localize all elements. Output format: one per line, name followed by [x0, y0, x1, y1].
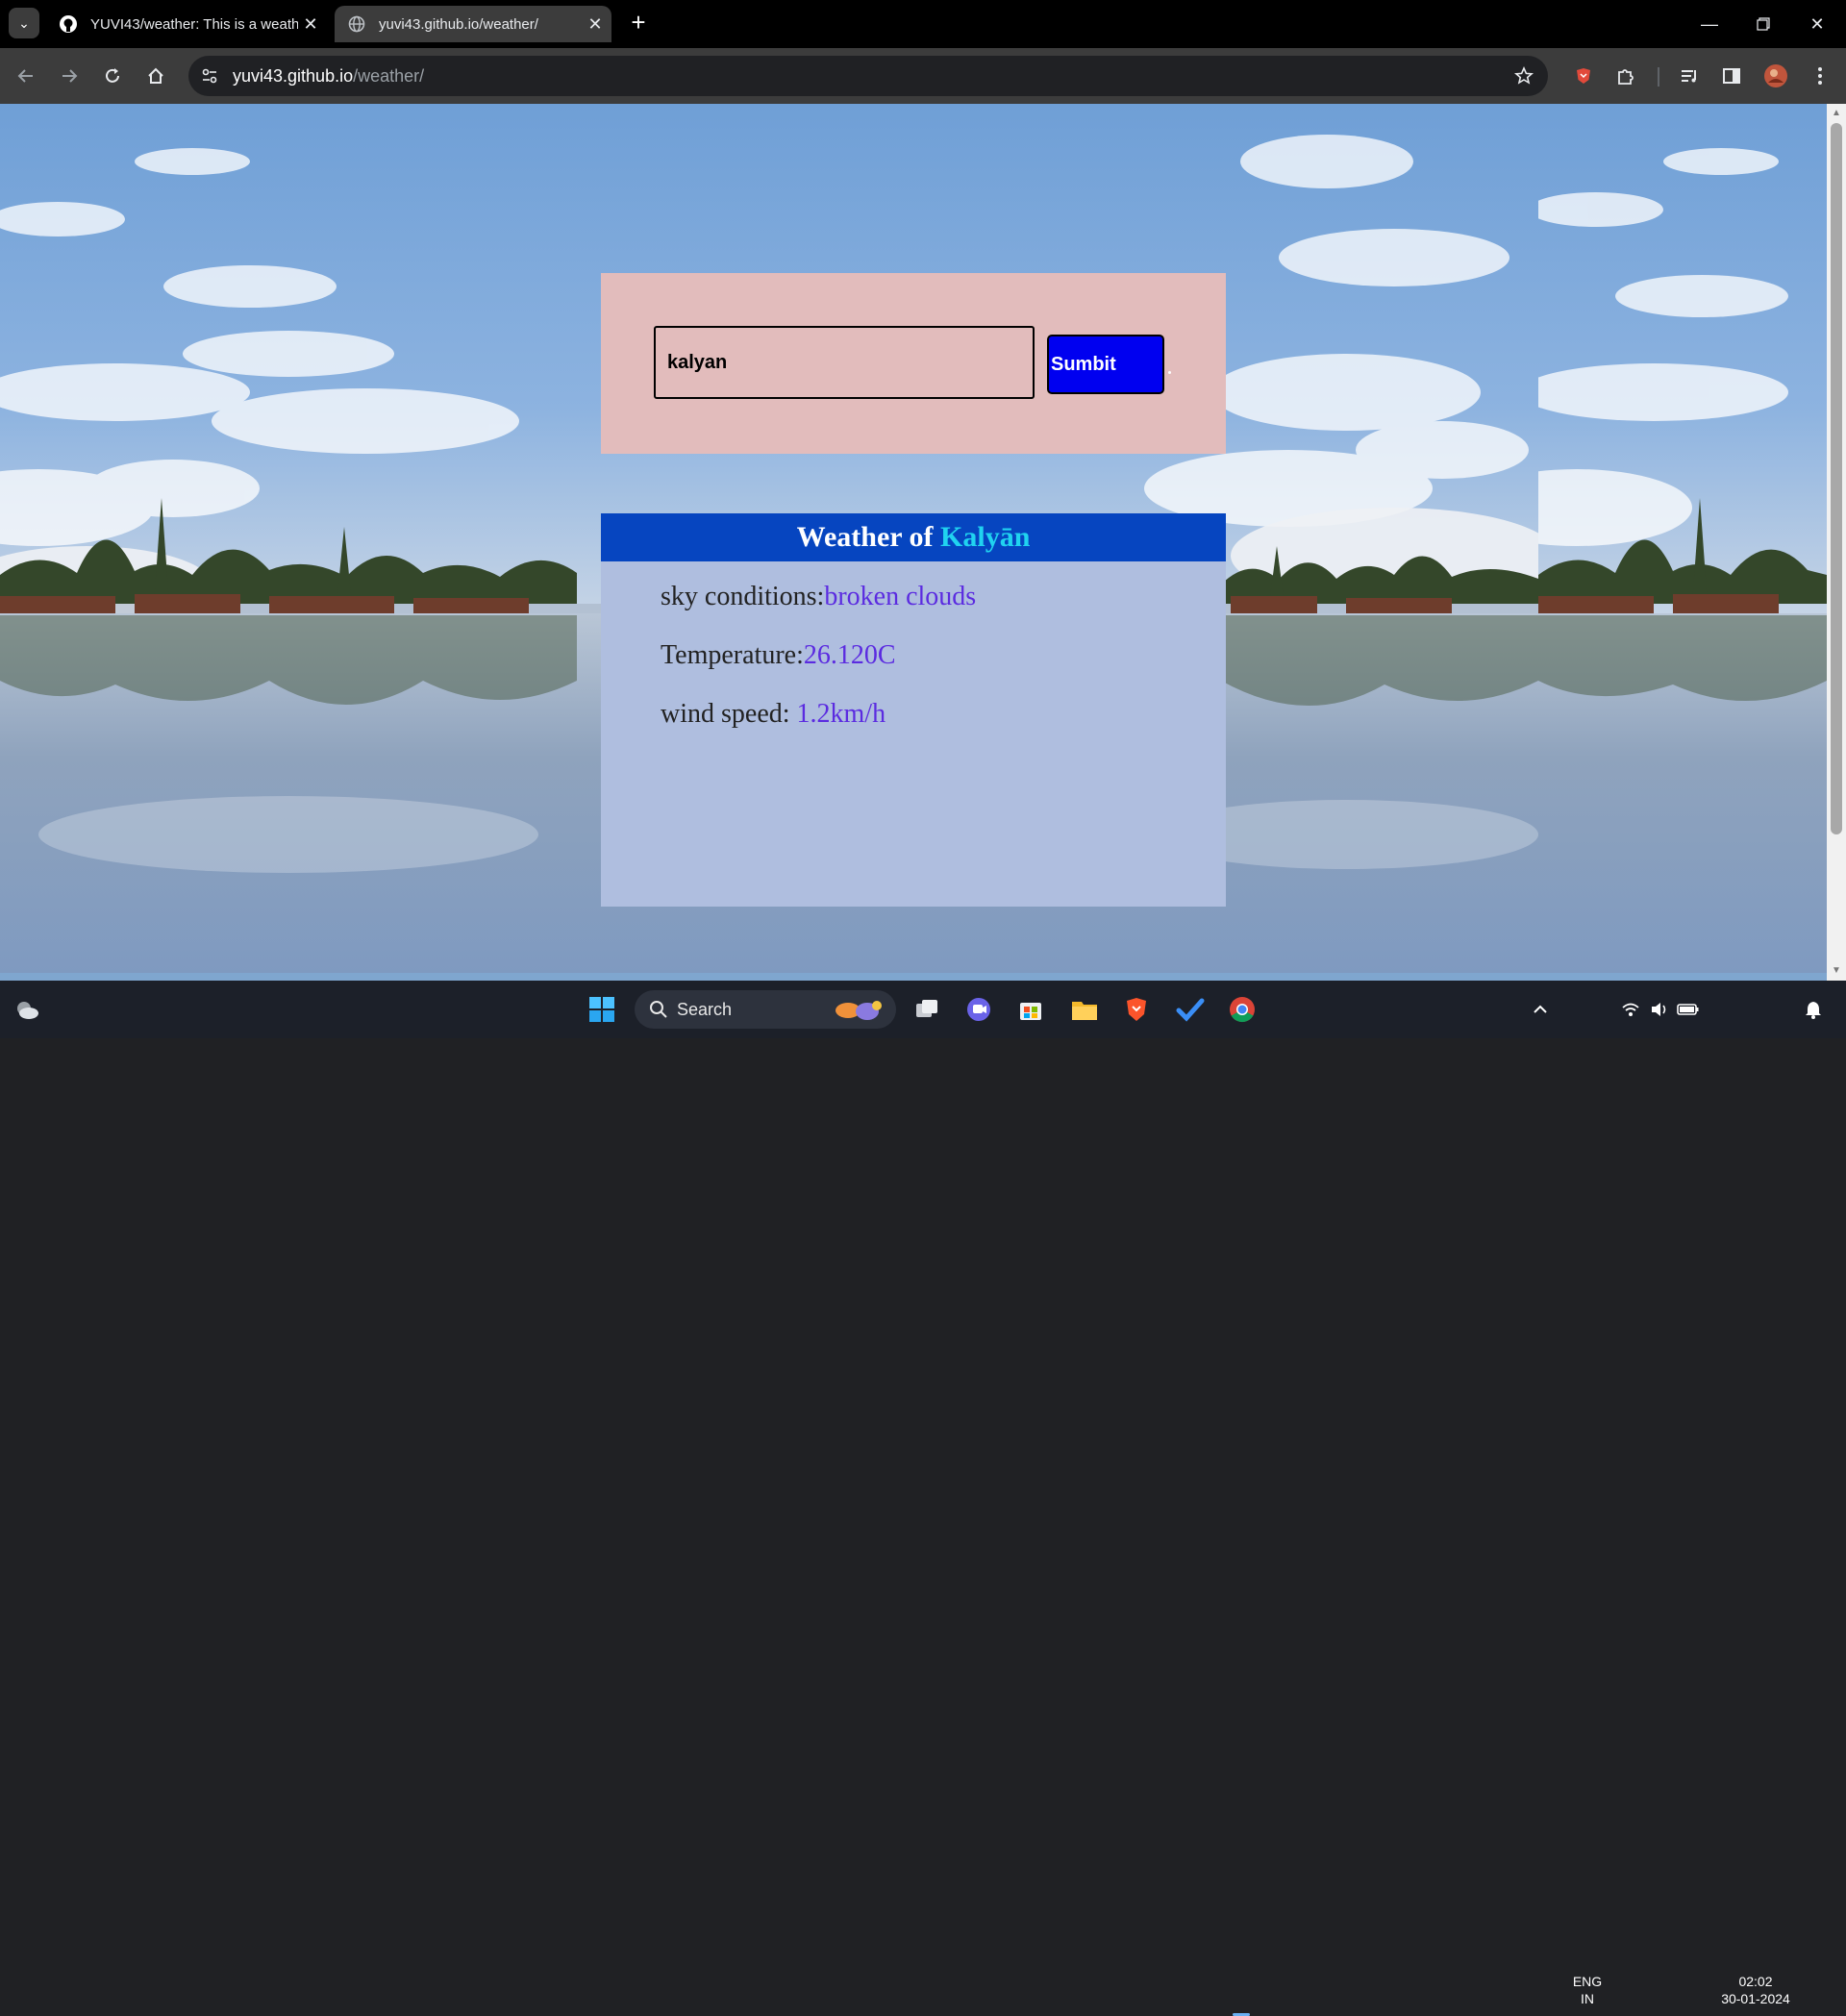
url-text[interactable]: yuvi43.github.io/weather/: [233, 66, 424, 87]
sky-label: sky conditions:: [661, 582, 825, 611]
weather-widget-icon[interactable]: [8, 990, 46, 1029]
clock[interactable]: 02:02 30-01-2024: [1711, 1973, 1800, 2007]
minimize-icon[interactable]: —: [1683, 0, 1736, 48]
page-viewport: Sumbit Weather of Kalyān sky conditions:…: [0, 104, 1827, 981]
sky-value: broken clouds: [824, 582, 977, 611]
temperature-label: Temperature:: [661, 640, 804, 670]
tab-github-repo[interactable]: YUVI43/weather: This is a weath ✕: [46, 6, 327, 42]
github-icon: [58, 13, 79, 35]
tab-title: yuvi43.github.io/weather/: [379, 15, 538, 33]
chevron-down-icon: ⌄: [18, 14, 30, 31]
url-host: yuvi43.github.io: [233, 66, 354, 86]
url-path: /weather/: [353, 66, 425, 86]
wind-label: wind speed:: [661, 699, 797, 729]
language-indicator[interactable]: ENG IN: [1567, 1973, 1608, 2007]
toolbar-separator: [1658, 67, 1659, 87]
battery-icon[interactable]: [1669, 990, 1708, 1029]
back-icon[interactable]: [12, 62, 40, 90]
city-name: Kalyān: [940, 521, 1031, 553]
wind-speed-row: wind speed: 1.2km/h: [661, 699, 886, 730]
bookmark-star-icon[interactable]: [1513, 65, 1534, 87]
tray-overflow-chevron-icon[interactable]: [1521, 990, 1559, 1029]
search-highlight-art-icon: [833, 996, 886, 1023]
temperature-value: 26.120C: [803, 640, 896, 670]
site-info-icon[interactable]: [200, 66, 219, 86]
scroll-down-icon[interactable]: ▼: [1827, 963, 1846, 979]
stray-dot: [1168, 371, 1171, 374]
media-controls-icon[interactable]: [1675, 62, 1704, 90]
tab-strip: ⌄ YUVI43/weather: This is a weath ✕ yuvi…: [0, 0, 1846, 48]
weather-card: Weather of Kalyān sky conditions:broken …: [601, 513, 1226, 907]
menu-dots-icon[interactable]: [1806, 62, 1834, 90]
language-line1: ENG: [1572, 1974, 1603, 1989]
forward-icon[interactable]: [55, 62, 84, 90]
submit-button[interactable]: Sumbit: [1047, 335, 1164, 394]
notification-bell-icon[interactable]: [1794, 990, 1833, 1029]
browser-toolbar: yuvi43.github.io/weather/: [0, 48, 1846, 104]
taskbar-search-label: Search: [677, 1000, 733, 1019]
brave-shield-icon[interactable]: [1569, 62, 1598, 90]
new-tab-button[interactable]: +: [625, 10, 652, 37]
language-line2: IN: [1581, 1991, 1594, 2006]
extensions-icon[interactable]: [1611, 62, 1640, 90]
brave-browser-icon[interactable]: [1117, 990, 1156, 1029]
background-lake-photo-tile: [1538, 104, 1827, 973]
profile-avatar[interactable]: [1761, 62, 1790, 90]
scroll-up-icon[interactable]: ▲: [1827, 106, 1846, 121]
address-bar[interactable]: yuvi43.github.io/weather/: [188, 56, 1548, 96]
tab-weather-site[interactable]: yuvi43.github.io/weather/ ✕: [335, 6, 611, 42]
start-windows-icon[interactable]: [583, 990, 621, 1029]
reload-icon[interactable]: [98, 62, 127, 90]
search-form: Sumbit: [601, 273, 1226, 454]
sky-conditions-row: sky conditions:broken clouds: [661, 582, 976, 612]
task-view-icon[interactable]: [908, 990, 946, 1029]
home-icon[interactable]: [141, 62, 170, 90]
weather-heading: Weather of Kalyān: [601, 513, 1226, 561]
page-bottom-strip: [0, 973, 1827, 981]
close-tab-icon[interactable]: ✕: [583, 14, 608, 35]
city-input[interactable]: [654, 326, 1035, 399]
side-panel-icon[interactable]: [1717, 62, 1746, 90]
taskbar-search[interactable]: Search: [635, 990, 896, 1029]
tab-title: YUVI43/weather: This is a weath: [90, 15, 298, 33]
search-icon: [648, 999, 669, 1020]
clock-date: 30-01-2024: [1721, 1991, 1790, 2006]
file-explorer-icon[interactable]: [1065, 990, 1104, 1029]
temperature-row: Temperature:26.120C: [661, 640, 896, 671]
clock-time: 02:02: [1738, 1974, 1773, 1989]
microsoft-store-icon[interactable]: [1011, 990, 1050, 1029]
teams-chat-icon[interactable]: [960, 990, 998, 1029]
chrome-icon[interactable]: [1223, 990, 1261, 1029]
close-window-icon[interactable]: ✕: [1790, 0, 1844, 48]
globe-icon: [346, 13, 367, 35]
wind-value: 1.2km/h: [796, 699, 886, 729]
scrollbar-thumb[interactable]: [1831, 123, 1842, 834]
todo-check-icon[interactable]: [1171, 990, 1210, 1029]
tab-search-button[interactable]: ⌄: [9, 8, 39, 38]
restore-icon[interactable]: [1736, 0, 1790, 48]
taskbar: Search ENG IN 02:02 30-01-2024: [0, 981, 1846, 2016]
heading-prefix: Weather of: [796, 521, 941, 553]
close-tab-icon[interactable]: ✕: [298, 14, 323, 35]
vertical-scrollbar[interactable]: ▲ ▼: [1827, 104, 1846, 981]
